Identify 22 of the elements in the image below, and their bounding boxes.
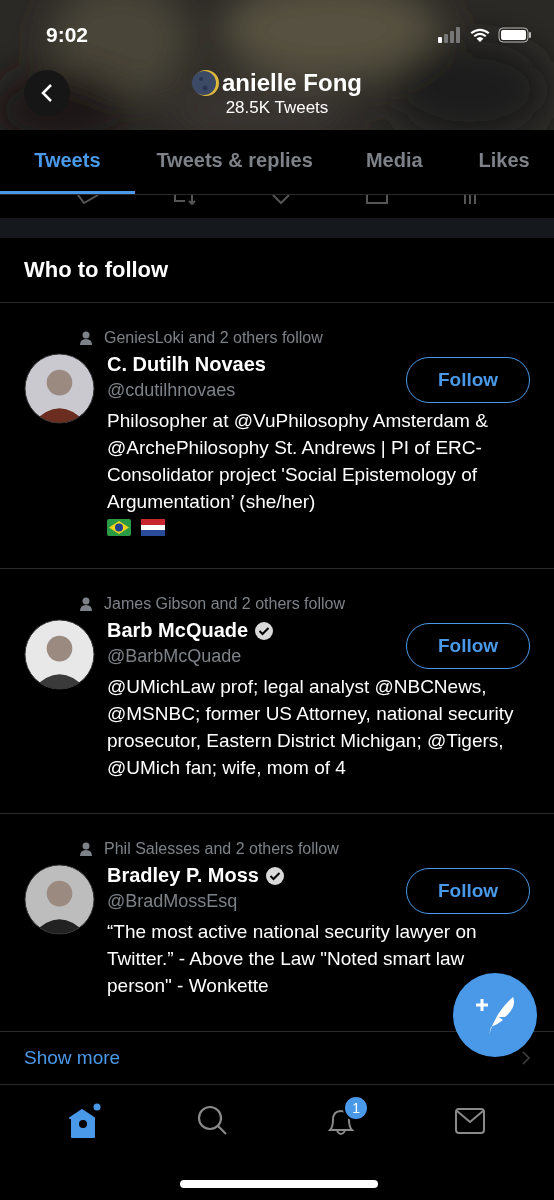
social-context: James Gibson and 2 others follow xyxy=(104,595,345,613)
profile-tab[interactable]: Tweets xyxy=(0,130,135,194)
profile-tab[interactable]: Media xyxy=(334,130,455,194)
notification-badge: 1 xyxy=(343,1095,370,1121)
user-bio: “The most active national security lawyer on Twitter.” - Above the Law "Noted smart law person" - Wonkette xyxy=(107,920,478,998)
status-time: 9:02 xyxy=(46,23,89,47)
user-bio: Philosopher at @VuPhilosophy Amsterdam & @ArchePhilosophy St. Andrews | PI of ERC-Consolidator project 'Social Epistemology of Argumentation’ (she/her) xyxy=(107,409,489,514)
user-handle: @BradMossEsq xyxy=(107,891,239,912)
user-handle: @cdutilhnovaes xyxy=(107,380,237,401)
profile-name: anielle Fong xyxy=(222,69,362,97)
section-title: Who to follow xyxy=(24,257,169,283)
tweet-count: 28.5K Tweets xyxy=(225,98,329,118)
user-name[interactable]: Bradley P. Moss xyxy=(107,864,259,887)
user-name[interactable]: C. Dutilh Novaes xyxy=(107,353,266,376)
social-context: GeniesLoki and 2 others follow xyxy=(104,329,323,347)
social-context: Phil Salesses and 2 others follow xyxy=(104,840,339,858)
profile-tab[interactable]: Likes xyxy=(454,130,554,194)
user-name[interactable]: Barb McQuade xyxy=(107,619,249,642)
show-more-link[interactable]: Show more xyxy=(24,1047,121,1069)
user-bio: @UMichLaw prof; legal analyst @NBCNews, @MSNBC; former US Attorney, national security prosecutor, Eastern District Michigan; @Tigers, @UMich fan; wife, mom of 4 xyxy=(107,675,515,780)
profile-tab[interactable]: Tweets & replies xyxy=(134,130,335,194)
user-handle: @BarbMcQuade xyxy=(107,646,243,667)
